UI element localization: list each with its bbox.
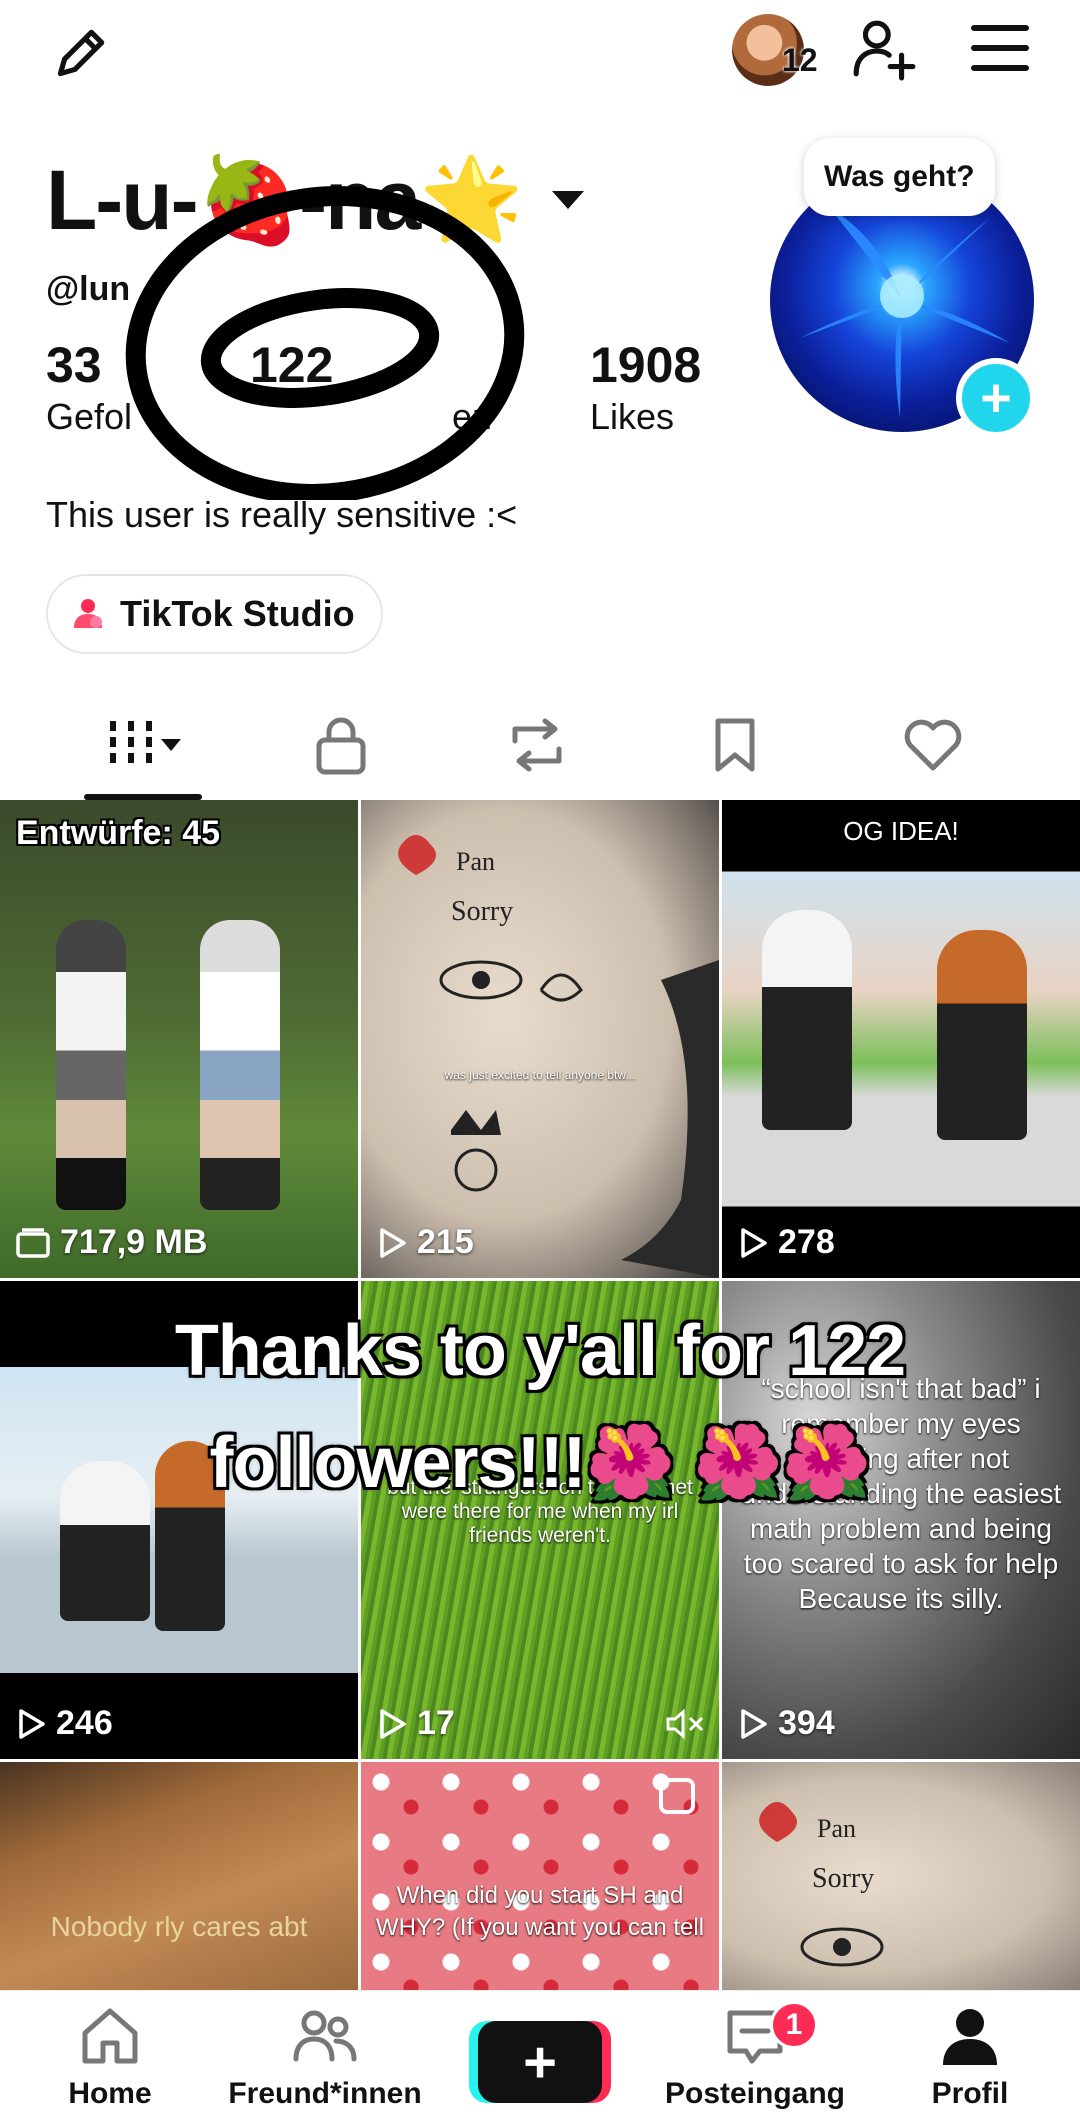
tiktok-studio-button[interactable]: TikTok Studio — [46, 574, 383, 654]
avatar-count: 12 — [782, 42, 818, 78]
nav-home[interactable]: Home — [0, 2001, 220, 2111]
tile-count: 17 — [377, 1704, 455, 1743]
pin-icon — [659, 1778, 695, 1814]
svg-text:Pan: Pan — [817, 1814, 856, 1843]
character-figure — [937, 930, 1027, 1140]
nav-inbox[interactable]: Posteingang — [645, 2001, 865, 2111]
inbox-badge: 1 — [770, 2001, 818, 2049]
overlay-text-line1: Thanks to y'all for 122 — [174, 1311, 906, 1391]
top-bar: 12 — [0, 0, 1080, 110]
person-figure — [200, 920, 280, 1210]
nav-label: Profil — [931, 2077, 1009, 2110]
content-tabs — [0, 690, 1080, 800]
tile-count-text: 17 — [417, 1704, 455, 1742]
play-icon — [741, 1227, 767, 1258]
stat-value: 122 — [250, 337, 334, 393]
overlay-text-line2: followers!!!🌺 🌺🌺 — [209, 1423, 872, 1503]
tab-videos[interactable] — [100, 710, 190, 780]
play-icon — [380, 1227, 406, 1258]
tile-count: 278 — [738, 1223, 835, 1262]
tile-count-text: 246 — [56, 1704, 113, 1742]
video-tile[interactable]: Nobody rly cares abt — [0, 1762, 358, 1990]
tab-reposts[interactable] — [492, 710, 582, 780]
grid-icon — [110, 721, 181, 769]
stat-label: Likes — [590, 396, 675, 437]
nav-label: Posteingang — [664, 2077, 845, 2110]
tile-count-text: 215 — [417, 1223, 474, 1261]
username: @lun — [46, 270, 131, 308]
character-figure — [762, 910, 852, 1130]
nav-profile[interactable]: Profil — [860, 2001, 1080, 2111]
studio-label: TikTok Studio — [120, 593, 355, 634]
video-tile[interactable]: Pan Sorry was just excited to tell anyon… — [361, 800, 719, 1278]
tile-caption: Nobody rly cares abt — [50, 1911, 308, 1942]
drafts-icon — [16, 1227, 50, 1258]
tile-caption: OG IDEA! — [843, 816, 959, 846]
create-button[interactable]: + — [478, 2021, 602, 2103]
edit-icon[interactable] — [46, 22, 112, 88]
bio: This user is really sensitive :< — [46, 494, 518, 535]
tile-count-text: 717,9 MB — [60, 1223, 208, 1261]
play-icon — [380, 1708, 406, 1739]
tile-count: 246 — [16, 1704, 113, 1743]
drafts-caption: Entwürfe: 45 — [16, 814, 221, 852]
nav-friends[interactable]: Freund*innen — [215, 2001, 435, 2111]
add-story-button[interactable]: + — [956, 358, 1036, 438]
stat-label: Gefol — [46, 396, 133, 437]
svg-text:Sorry: Sorry — [451, 896, 513, 927]
menu-icon[interactable] — [970, 22, 1030, 74]
stat-followers[interactable]: 122 en — [250, 336, 492, 438]
tab-liked[interactable] — [888, 710, 978, 780]
add-user-icon[interactable] — [850, 16, 916, 82]
story-bubble[interactable]: Was geht? — [804, 138, 995, 216]
stat-value: 33 — [46, 337, 102, 393]
svg-text:Pan: Pan — [456, 847, 495, 876]
video-tile[interactable]: When did you start SH and WHY? (If you w… — [361, 1762, 719, 1990]
profile-icon — [943, 2009, 997, 2065]
friends-icon — [293, 2010, 357, 2062]
tab-private[interactable] — [296, 710, 386, 780]
repost-icon — [512, 718, 562, 772]
bottom-nav: Home Freund*innen + Posteingang 1 Profil — [0, 1990, 1080, 2124]
tile-caption: was just excited to tell anyone btw... — [444, 1068, 636, 1082]
stat-likes[interactable]: 1908 Likes — [590, 336, 701, 438]
tile-count: 215 — [377, 1223, 474, 1262]
stat-label: en — [452, 396, 493, 437]
play-icon — [741, 1708, 767, 1739]
display-name: L-u-🍓-na🌟 — [46, 152, 524, 247]
studio-icon — [74, 599, 102, 628]
tile-count: 717,9 MB — [16, 1223, 207, 1262]
play-icon — [19, 1708, 45, 1739]
nav-label: Home — [68, 2077, 152, 2110]
heart-icon — [904, 719, 962, 771]
tab-saved[interactable] — [690, 710, 780, 780]
video-tile[interactable]: Pan Sorry — [722, 1762, 1080, 1990]
chevron-down-icon[interactable] — [551, 191, 584, 209]
video-grid: Entwürfe: 45 717,9 MB Pan Sorry was just… — [0, 800, 1080, 1990]
lock-icon — [316, 717, 366, 775]
stat-following[interactable]: 33 Gefol — [46, 336, 132, 438]
bookmark-icon — [715, 718, 755, 772]
doodle-art: Pan Sorry — [759, 1802, 884, 1967]
svg-text:Sorry: Sorry — [812, 1863, 874, 1894]
video-tile[interactable]: Entwürfe: 45 717,9 MB — [0, 800, 358, 1278]
doodle-art: Pan Sorry — [398, 835, 719, 1278]
home-icon — [82, 2008, 138, 2064]
video-tile[interactable]: OG IDEA! 278 — [722, 800, 1080, 1278]
tile-count: 394 — [738, 1704, 835, 1743]
tile-count-text: 394 — [778, 1704, 835, 1742]
name-row[interactable]: L-u-🍓-na🌟 — [46, 150, 584, 250]
nav-label: Freund*innen — [228, 2077, 422, 2110]
person-figure — [56, 920, 126, 1210]
tile-caption: When did you start SH and WHY? (If you w… — [375, 1882, 705, 1941]
stat-value: 1908 — [590, 337, 702, 393]
muted-icon[interactable] — [665, 1707, 705, 1741]
tile-count-text: 278 — [778, 1223, 835, 1261]
